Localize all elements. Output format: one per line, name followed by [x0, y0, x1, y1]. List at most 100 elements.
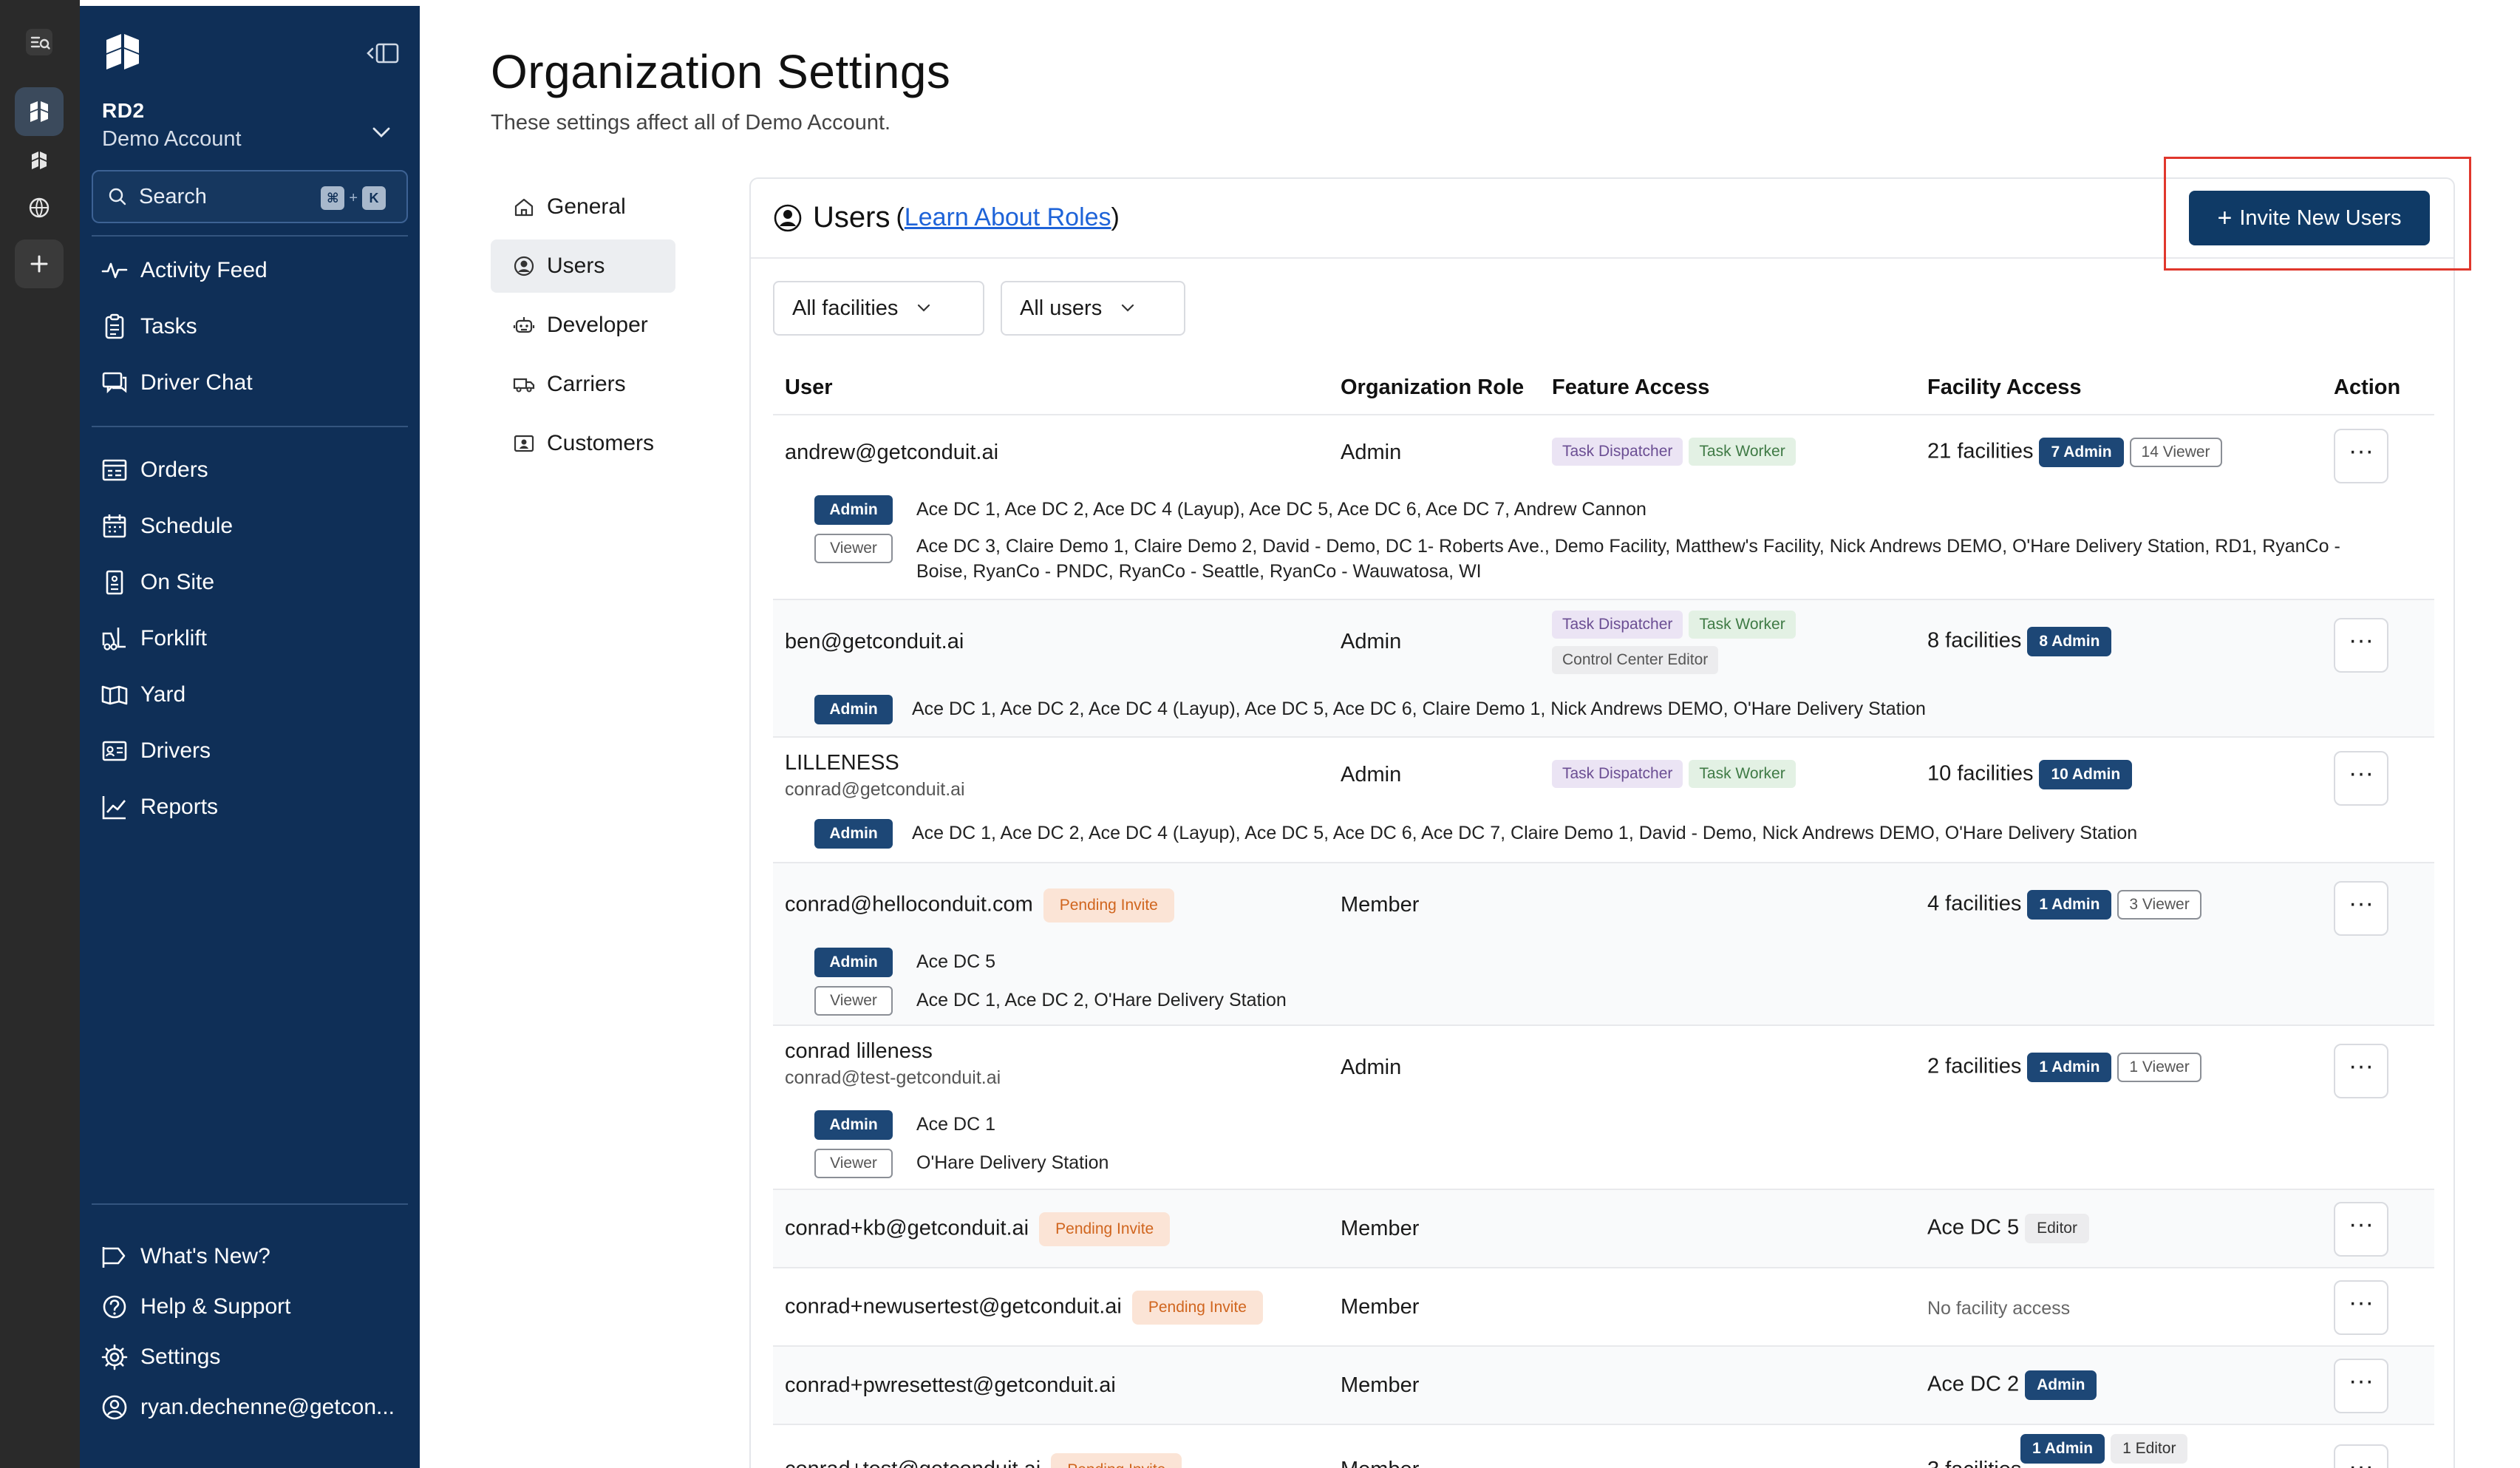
sidebar-item-label: On Site [140, 570, 215, 594]
sidebar-item-schedule[interactable]: Schedule [101, 506, 233, 547]
sidebar-item-label: Forklift [140, 626, 207, 650]
sidebar-item-settings[interactable]: Settings [101, 1336, 220, 1378]
more-icon: ··· [2349, 1288, 2374, 1316]
table-row[interactable]: LILLENESS conrad@getconduit.ai Admin Tas… [773, 738, 2434, 863]
facility-access: Ace DC 2 Admin [1927, 1370, 2097, 1400]
tab-developer[interactable]: Developer [491, 299, 675, 352]
app-logo-icon[interactable] [15, 87, 64, 136]
user-name: conrad+kb@getconduit.ai [785, 1216, 1029, 1240]
sidebar-item-reports[interactable]: Reports [101, 786, 218, 828]
admin-count-badge: 1 Admin [2027, 890, 2112, 920]
tab-customers[interactable]: Customers [491, 417, 675, 470]
row-actions-button[interactable]: ··· [2334, 1044, 2388, 1098]
pending-invite-badge: Pending Invite [1043, 888, 1174, 922]
chevron-down-icon[interactable] [370, 123, 393, 140]
page-title: Organization Settings [491, 45, 951, 98]
viewer-facility-list: Ace DC 3, Claire Demo 1, Claire Demo 2, … [916, 534, 2409, 584]
search-shortcut: ⌘ + K [321, 186, 386, 210]
row-actions-button[interactable]: ··· [2334, 429, 2388, 483]
tab-general[interactable]: General [491, 180, 675, 234]
sidebar-item-label: Tasks [140, 314, 197, 339]
sidebar-item-orders[interactable]: Orders [101, 449, 208, 491]
row-actions-button[interactable]: ··· [2334, 751, 2388, 806]
sidebar-item-tasks[interactable]: Tasks [101, 306, 197, 347]
column-header-role[interactable]: Organization Role [1341, 376, 1524, 400]
table-row[interactable]: andrew@getconduit.ai Admin Task Dispatch… [773, 415, 2434, 600]
no-facility-access: No facility access [1927, 1298, 2071, 1319]
admin-facility-list: Ace DC 1 [916, 1114, 995, 1135]
table-header: User Organization Role Feature Access Fa… [773, 367, 2434, 415]
viewer-facility-list-line: Ace DC 3, Claire Demo 1, Claire Demo 2, … [916, 536, 2340, 557]
forklift-icon [102, 628, 126, 650]
chart-icon [102, 796, 126, 820]
sidebar-item-label: ryan.dechenne@getcon... [140, 1395, 395, 1419]
sidebar-item-driver-chat[interactable]: Driver Chat [101, 362, 253, 404]
row-actions-button[interactable]: ··· [2334, 618, 2388, 673]
table-row[interactable]: conrad@helloconduit.com Pending Invite Me… [773, 863, 2434, 1026]
row-actions-button[interactable]: ··· [2334, 881, 2388, 936]
users-filter[interactable]: All users [1001, 281, 1185, 336]
search-input[interactable]: Search ⌘ + K [92, 170, 408, 223]
brand-logo-icon[interactable] [102, 31, 143, 72]
facility-access: 10 facilities 10 Admin [1927, 760, 2133, 789]
table-row[interactable]: conrad+newusertest@getconduit.ai Pending … [773, 1268, 2434, 1347]
account-name: Demo Account [102, 127, 242, 151]
org-role: Admin [1341, 630, 1402, 653]
globe-icon[interactable] [15, 183, 64, 232]
column-header-feature-access[interactable]: Feature Access [1552, 376, 1709, 400]
more-icon: ··· [2349, 626, 2374, 654]
shortcut-key-cmd: ⌘ [321, 186, 345, 210]
tab-carriers[interactable]: Carriers [491, 358, 675, 411]
row-actions-button[interactable]: ··· [2334, 1444, 2388, 1468]
table-row[interactable]: conrad lilleness conrad@test-getconduit.… [773, 1026, 2434, 1190]
column-header-facility-access[interactable]: Facility Access [1927, 376, 2082, 400]
more-icon: ··· [2349, 1052, 2374, 1080]
table-row[interactable]: conrad+test@getconduit.aiPending Invite … [773, 1425, 2434, 1468]
row-actions-button[interactable]: ··· [2334, 1202, 2388, 1257]
user-circle-icon [514, 256, 534, 276]
sidebar-item-whats-new[interactable]: What's New? [101, 1236, 270, 1277]
search-list-icon[interactable] [15, 18, 64, 67]
facility-count: 10 facilities [1927, 761, 2034, 786]
table-row[interactable]: conrad+kb@getconduit.ai Pending Invite Me… [773, 1190, 2434, 1268]
column-header-user[interactable]: User [785, 376, 833, 400]
search-icon [109, 188, 126, 205]
user-name: LILLENESS [785, 751, 899, 775]
feature-tag: Task Worker [1689, 438, 1796, 466]
org-switcher[interactable]: RD2 Demo Account [102, 99, 242, 152]
sidebar-item-forklift[interactable]: Forklift [101, 618, 207, 659]
more-icon: ··· [2349, 1452, 2374, 1468]
user-name: conrad+test@getconduit.ai [785, 1458, 1041, 1468]
add-icon[interactable] [15, 239, 64, 288]
sidebar-item-drivers[interactable]: Drivers [101, 730, 211, 772]
row-actions-button[interactable]: ··· [2334, 1359, 2388, 1413]
facilities-filter[interactable]: All facilities [773, 281, 984, 336]
org-role: Member [1341, 1373, 1420, 1397]
sidebar-item-on-site[interactable]: On Site [101, 562, 214, 603]
sidebar-item-yard[interactable]: Yard [101, 674, 185, 716]
table-row[interactable]: ben@getconduit.ai Admin Task Dispatcher T… [773, 600, 2434, 738]
sidebar-item-activity-feed[interactable]: Activity Feed [101, 250, 268, 291]
row-actions-button[interactable]: ··· [2334, 1280, 2388, 1335]
learn-about-roles-link[interactable]: Learn About Roles [905, 203, 1111, 232]
column-header-action[interactable]: Action [2334, 376, 2400, 400]
sidebar-item-user-account[interactable]: ryan.dechenne@getcon... [101, 1387, 395, 1428]
admin-count-badge: 1 Admin [2027, 1053, 2112, 1082]
viewer-role-tag: Viewer [814, 534, 893, 563]
sidebar-item-help-support[interactable]: Help & Support [101, 1286, 290, 1328]
tab-users[interactable]: Users [491, 239, 675, 293]
feature-tag: Task Dispatcher [1552, 438, 1683, 466]
collapse-sidebar-icon[interactable] [364, 38, 402, 68]
admin-role-tag: Admin [814, 1110, 893, 1140]
panel-title-text: Users [813, 201, 890, 234]
viewer-role-tag: Viewer [814, 986, 893, 1016]
user-name: conrad+newusertest@getconduit.ai [785, 1294, 1122, 1319]
sidebar-divider [92, 426, 408, 427]
building-icon [106, 570, 123, 595]
table-row[interactable]: conrad+pwresettest@getconduit.ai Member … [773, 1347, 2434, 1425]
users-filter-value: All users [1020, 296, 1103, 320]
app-logo-icon[interactable] [15, 136, 64, 185]
admin-facility-list: Ace DC 1, Ace DC 2, Ace DC 4 (Layup), Ac… [916, 499, 1646, 520]
feature-tag: Control Center Editor [1552, 646, 1719, 674]
more-icon: ··· [2349, 437, 2374, 465]
